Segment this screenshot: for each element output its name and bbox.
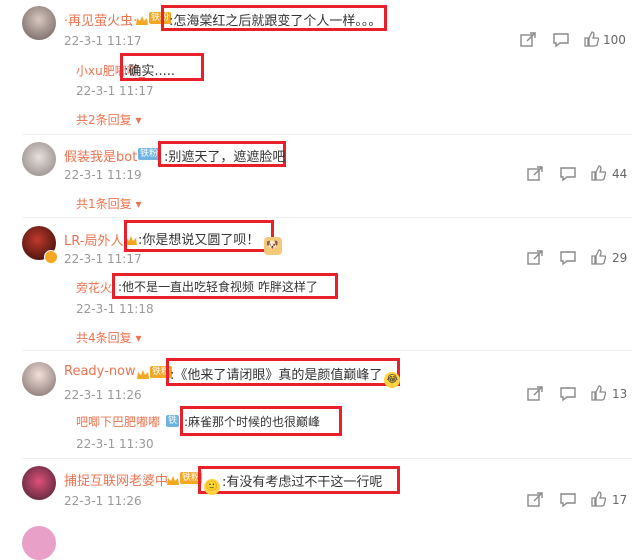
share-icon[interactable] (526, 250, 544, 266)
like-icon[interactable] (590, 491, 608, 507)
share-icon[interactable] (526, 492, 544, 508)
reply-username[interactable]: 吧唧下巴肥嘟嘟 (76, 413, 160, 430)
crown-icon (135, 12, 149, 25)
reply-time: 22-3-1 11:17 (76, 84, 154, 98)
reply-text: :确实..... (124, 64, 176, 79)
comment-icon[interactable] (559, 250, 577, 266)
comment-text: :《他来了请闭眼》真的是颜值巅峰了 😂 (170, 364, 402, 388)
like-count: 44 (612, 167, 628, 181)
comment-time: 22-3-1 11:19 (64, 168, 142, 182)
comment-text: :别遮天了，遮遮脸吧 (164, 150, 286, 165)
smile-emoji-icon: 🙂 (204, 479, 220, 495)
divider (22, 217, 632, 218)
comment-text: :怎海棠红之后就跟变了个人一样。。。 (169, 14, 382, 29)
comment-icon[interactable] (559, 166, 577, 182)
crown-icon (166, 472, 180, 485)
fan-badge: 铁 (166, 415, 180, 427)
divider (22, 458, 632, 459)
avatar[interactable] (22, 142, 56, 176)
comment-icon[interactable] (559, 492, 577, 508)
avatar[interactable] (22, 466, 56, 500)
laugh-emoji-icon: 😂 (384, 372, 401, 388)
more-replies-link[interactable]: 共2条回复 ▾ (76, 111, 141, 128)
share-icon[interactable] (526, 166, 544, 182)
reply-username[interactable]: 旁花火 (76, 279, 112, 296)
avatar[interactable] (22, 362, 56, 396)
comment-username[interactable]: 假装我是bot (64, 146, 137, 165)
divider (22, 134, 632, 135)
avatar[interactable] (22, 6, 56, 40)
like-count: 100 (603, 33, 626, 47)
share-icon[interactable] (526, 386, 544, 402)
like-count: 29 (612, 251, 628, 265)
reply-time: 22-3-1 11:18 (76, 302, 154, 316)
divider (22, 350, 632, 351)
comment-time: 22-3-1 11:26 (64, 494, 142, 508)
like-count: 17 (612, 493, 628, 507)
crown-icon (136, 366, 150, 379)
like-icon[interactable] (590, 165, 608, 181)
comment-username[interactable]: ·再见萤火虫· (64, 10, 137, 29)
comment-time: 22-3-1 11:17 (64, 252, 142, 266)
verified-icon (44, 250, 58, 264)
like-icon[interactable] (583, 31, 601, 47)
comment-time: 22-3-1 11:26 (64, 388, 142, 402)
reply-text: :麻雀那个时候的也很巅峰 (184, 415, 321, 429)
comment-username[interactable]: LR-局外人 (64, 230, 123, 249)
comment-time: 22-3-1 11:17 (64, 34, 142, 48)
comment-username[interactable]: 捕捉互联网老婆中 (64, 470, 168, 489)
more-replies-link[interactable]: 共4条回复 ▾ (76, 329, 141, 346)
like-icon[interactable] (590, 385, 608, 401)
reply-text: :他不是一直出吃轻食视频 咋胖这样了 (118, 280, 318, 294)
share-icon[interactable] (519, 32, 537, 48)
dog-emoji-icon: 🐶 (263, 237, 282, 255)
like-count: 13 (612, 387, 628, 401)
comment-icon[interactable] (552, 32, 570, 48)
reply-time: 22-3-1 11:30 (76, 437, 154, 451)
comment-text: :你是想说又圆了呗！ 🐶 (138, 229, 282, 255)
avatar[interactable] (22, 526, 56, 560)
fan-badge: 铁粉 (138, 148, 161, 160)
more-replies-link[interactable]: 共1条回复 ▾ (76, 195, 141, 212)
comment-icon[interactable] (559, 386, 577, 402)
like-icon[interactable] (590, 249, 608, 265)
comment-username[interactable]: Ready-now (64, 364, 136, 379)
comment-text: 🙂:有没有考虑过不干这一行呢 (202, 471, 382, 495)
